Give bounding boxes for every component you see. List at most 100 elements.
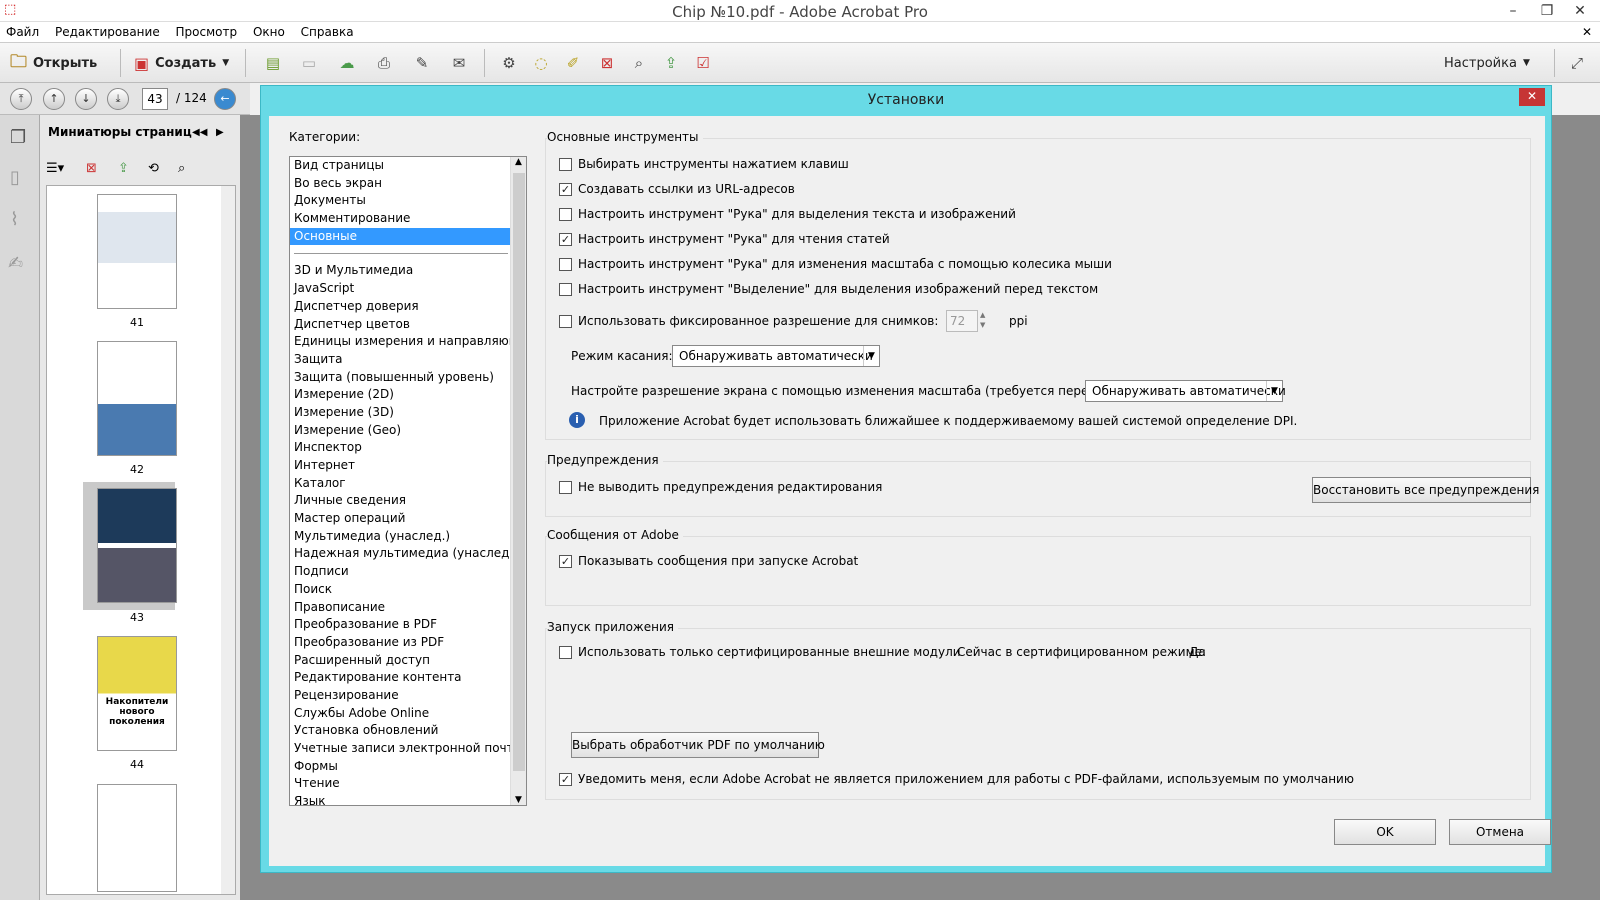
checkbox-unchecked[interactable] bbox=[559, 157, 572, 171]
menu-window[interactable]: Окно bbox=[247, 22, 291, 42]
category-item[interactable]: Подписи bbox=[290, 563, 526, 581]
checkbox-select-images-first[interactable]: Настроить инструмент "Выделение" для выд… bbox=[559, 282, 1098, 296]
category-item[interactable]: Расширенный доступ bbox=[290, 652, 526, 670]
edit-icon[interactable]: ✎ bbox=[411, 53, 433, 73]
ppi-input[interactable]: 72 bbox=[946, 310, 978, 332]
category-item[interactable]: Установка обновлений bbox=[290, 722, 526, 740]
open-folder-icon[interactable]: ▤ bbox=[262, 53, 284, 73]
category-item[interactable]: Преобразование в PDF bbox=[290, 616, 526, 634]
minimize-button[interactable]: – bbox=[1496, 0, 1530, 22]
category-item[interactable]: Редактирование контента bbox=[290, 669, 526, 687]
email-icon[interactable]: ✉ bbox=[448, 53, 470, 73]
category-item[interactable]: Диспетчер доверия bbox=[290, 298, 526, 316]
page-thumbnail-selected[interactable] bbox=[97, 488, 177, 603]
category-item[interactable]: Комментирование bbox=[290, 210, 526, 228]
category-item[interactable]: Защита (повышенный уровень) bbox=[290, 369, 526, 387]
category-item[interactable]: Рецензирование bbox=[290, 687, 526, 705]
categories-scrollbar[interactable]: ▲ ▼ bbox=[510, 157, 526, 805]
scroll-up-icon[interactable]: ▲ bbox=[511, 157, 526, 167]
page-number-input[interactable]: 43 bbox=[142, 88, 168, 110]
category-item[interactable]: JavaScript bbox=[290, 280, 526, 298]
collapse-panel-icon[interactable]: ◀◀ bbox=[192, 127, 207, 138]
settings-button[interactable]: Настройка ▼ bbox=[1444, 51, 1530, 75]
checkbox-create-links[interactable]: ✓ Создавать ссылки из URL-адресов bbox=[559, 182, 795, 196]
delete-page-icon[interactable]: ⊠ bbox=[596, 53, 618, 73]
insert-pages-icon[interactable]: ⇪ bbox=[118, 161, 129, 176]
attachment-icon[interactable]: ⌇ bbox=[10, 209, 19, 230]
checkbox-hand-read-articles[interactable]: ✓ Настроить инструмент "Рука" для чтения … bbox=[559, 232, 890, 246]
category-item[interactable]: Измерение (2D) bbox=[290, 386, 526, 404]
create-button[interactable]: ▣ Создать ▼ bbox=[134, 51, 229, 75]
checkbox-unchecked[interactable] bbox=[559, 207, 572, 221]
page-thumbnail[interactable] bbox=[97, 784, 177, 892]
page-properties-icon[interactable]: ⌕ bbox=[178, 161, 185, 176]
bookmark-icon[interactable]: ▯ bbox=[10, 167, 20, 188]
cloud-upload-icon[interactable]: ☁ bbox=[336, 53, 358, 73]
category-item[interactable]: Формы bbox=[290, 758, 526, 776]
maximize-button[interactable]: ❐ bbox=[1530, 0, 1564, 22]
gear-icon[interactable]: ⚙ bbox=[498, 53, 520, 73]
ppi-spinner-icon[interactable]: ▲ ▼ bbox=[980, 310, 992, 332]
category-item[interactable]: Документы bbox=[290, 192, 526, 210]
category-item[interactable]: Защита bbox=[290, 351, 526, 369]
category-item[interactable]: 3D и Мультимедиа bbox=[290, 262, 526, 280]
checkbox-hand-zoom-wheel[interactable]: Настроить инструмент "Рука" для изменени… bbox=[559, 257, 1112, 271]
category-item[interactable]: Мастер операций bbox=[290, 510, 526, 528]
page-up-icon[interactable]: ↑ bbox=[43, 88, 65, 110]
close-window-button[interactable]: ✕ bbox=[1562, 0, 1598, 22]
category-item[interactable]: Диспетчер цветов bbox=[290, 316, 526, 334]
category-item[interactable]: Интернет bbox=[290, 457, 526, 475]
scroll-down-icon[interactable]: ▼ bbox=[511, 795, 526, 805]
checkbox-checked[interactable]: ✓ bbox=[559, 182, 572, 196]
checkbox-checked[interactable]: ✓ bbox=[559, 554, 572, 568]
ok-button[interactable]: OK bbox=[1334, 819, 1436, 845]
checkbox-checked[interactable]: ✓ bbox=[559, 772, 572, 786]
page-down-icon[interactable]: ↓ bbox=[75, 88, 97, 110]
checkbox-no-edit-warnings[interactable]: Не выводить предупреждения редактировани… bbox=[559, 480, 882, 494]
category-item[interactable]: Измерение (Geo) bbox=[290, 422, 526, 440]
expand-panel-icon[interactable]: ▶ bbox=[216, 127, 224, 138]
comment-icon[interactable]: ◌ bbox=[530, 53, 552, 73]
category-item[interactable]: Единицы измерения и направляющие bbox=[290, 333, 526, 351]
touch-mode-select[interactable]: Обнаруживать автоматически ▼ bbox=[672, 345, 880, 367]
page-thumbnail[interactable]: Накопители нового поколения bbox=[97, 636, 177, 751]
checkbox-certified-plugins[interactable]: Использовать только сертифицированные вн… bbox=[559, 645, 961, 659]
checkbox-unchecked[interactable] bbox=[559, 480, 572, 494]
delete-pages-icon[interactable]: ⊠ bbox=[86, 161, 97, 176]
extract-page-icon[interactable]: ⇪ bbox=[660, 53, 682, 73]
scroll-thumb[interactable] bbox=[513, 173, 525, 771]
category-item[interactable]: Вид страницы bbox=[290, 157, 526, 175]
scale-select[interactable]: Обнаруживать автоматически ▼ bbox=[1085, 380, 1286, 402]
open-button[interactable]: 🗀 Открыть bbox=[10, 51, 97, 75]
checkbox-checked[interactable]: ✓ bbox=[559, 232, 572, 246]
highlight-icon[interactable]: ✐ bbox=[562, 53, 584, 73]
checkbox-unchecked[interactable] bbox=[559, 314, 572, 328]
checkbox-hand-select-text[interactable]: Настроить инструмент "Рука" для выделени… bbox=[559, 207, 1016, 221]
previous-view-icon[interactable]: ← bbox=[214, 88, 236, 110]
category-item[interactable]: Службы Adobe Online bbox=[290, 705, 526, 723]
category-item[interactable]: Во весь экран bbox=[290, 175, 526, 193]
categories-list[interactable]: Вид страницы Во весь экран Документы Ком… bbox=[289, 156, 527, 806]
page-thumbnail[interactable] bbox=[97, 194, 177, 309]
category-item[interactable]: Учетные записи электронной почты bbox=[290, 740, 526, 758]
category-item[interactable]: Чтение bbox=[290, 775, 526, 793]
first-page-icon[interactable]: ⤒ bbox=[10, 88, 32, 110]
fullscreen-icon[interactable]: ⤢ bbox=[1566, 53, 1588, 73]
menu-help[interactable]: Справка bbox=[295, 22, 360, 42]
checklist-icon[interactable]: ☑ bbox=[692, 53, 714, 73]
category-item[interactable]: Правописание bbox=[290, 599, 526, 617]
category-item[interactable]: Каталог bbox=[290, 475, 526, 493]
dialog-close-button[interactable]: ✕ bbox=[1519, 88, 1545, 106]
checkbox-show-messages[interactable]: ✓ Показывать сообщения при запуске Acroba… bbox=[559, 554, 858, 568]
checkbox-unchecked[interactable] bbox=[559, 257, 572, 271]
thumbnail-options-icon[interactable]: ☰▾ bbox=[46, 161, 64, 176]
checkbox-notify-default[interactable]: ✓ Уведомить меня, если Adobe Acrobat не я… bbox=[559, 772, 1354, 786]
last-page-icon[interactable]: ⤓ bbox=[107, 88, 129, 110]
signature-icon[interactable]: ✍ bbox=[8, 253, 23, 274]
menu-file[interactable]: Файл bbox=[0, 22, 45, 42]
checkbox-unchecked[interactable] bbox=[559, 282, 572, 296]
category-item[interactable]: Язык bbox=[290, 793, 526, 805]
cancel-button[interactable]: Отмена bbox=[1449, 819, 1551, 845]
save-icon[interactable]: ▭ bbox=[298, 53, 320, 73]
category-item[interactable]: Преобразование из PDF bbox=[290, 634, 526, 652]
